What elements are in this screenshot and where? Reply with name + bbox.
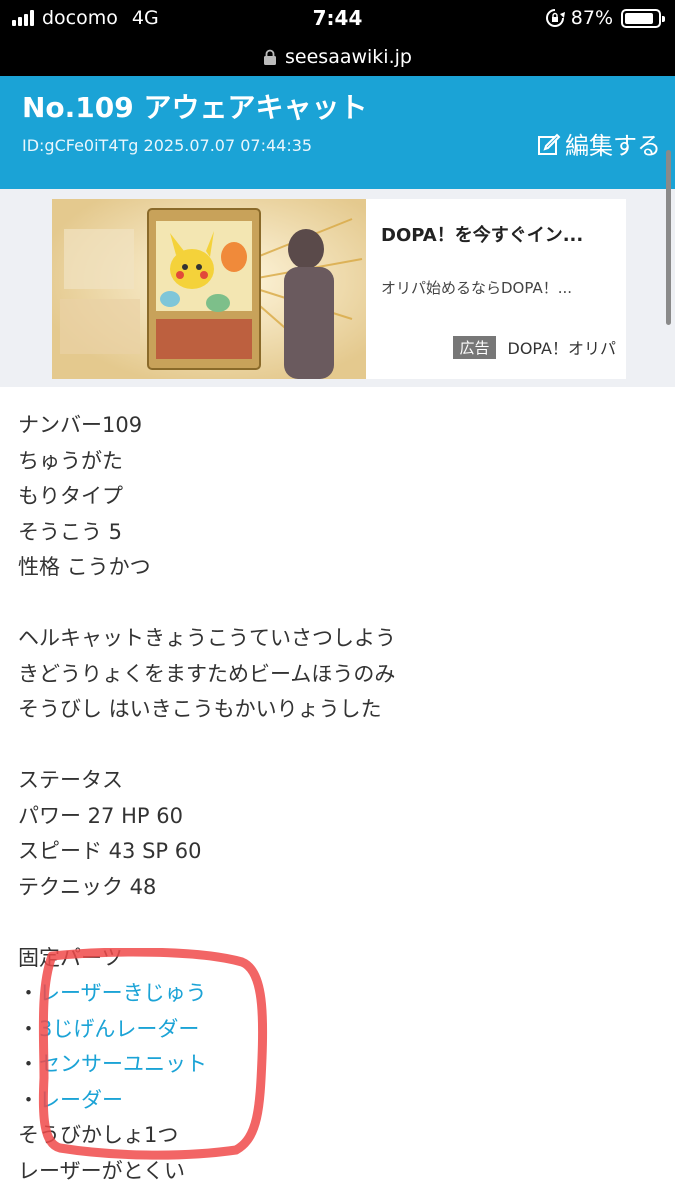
armor-line: そうこう 5 (18, 519, 123, 544)
ad-image (52, 199, 366, 379)
ad-card[interactable]: DOPA！を今すぐイン... オリパ始めるならDOPA！... 広告 DOPA！… (52, 199, 626, 379)
status-heading: ステータス (18, 768, 123, 792)
page-title: No.109 アウェアキャット (22, 91, 368, 124)
ad-description: オリパ始めるならDOPA！... (381, 279, 573, 297)
personality-line: 性格 こうかつ (18, 555, 151, 579)
url-text: seesaawiki.jp (285, 46, 412, 68)
page-header: No.109 アウェアキャット ID:gCFe0iT4Tg 2025.07.07… (0, 76, 675, 189)
ad-sponsor: DOPA！オリパ (507, 339, 617, 358)
stat-line: パワー 27 HP 60 (18, 803, 183, 828)
orientation-lock-icon (545, 9, 565, 27)
edit-label: 編集する (565, 132, 661, 160)
size-line: ちゅうがた (18, 448, 123, 473)
lock-icon (263, 49, 277, 66)
ad-container: DOPA！を今すぐイン... オリパ始めるならDOPA！... 広告 DOPA！… (0, 189, 675, 387)
number-line: ナンバー109 (18, 413, 143, 437)
scrollbar[interactable] (666, 150, 671, 325)
description-line: そうびし はいきこうもかいりょうした (18, 697, 382, 721)
type-line: もりタイプ (18, 484, 123, 508)
red-highlight-annotation (38, 948, 268, 1160)
ad-title: DOPA！を今すぐイン... (381, 225, 584, 246)
edit-button[interactable]: 編集する (537, 126, 661, 161)
stat-line: テクニック 48 (18, 874, 157, 899)
edit-icon (538, 133, 561, 155)
description-line: きどうりょくをますためビームほうのみ (18, 661, 396, 686)
status-bar: docomo 4G 7:44 87% (0, 0, 675, 38)
battery-percent: 87% (570, 7, 613, 29)
battery-icon (621, 8, 665, 28)
address-bar[interactable]: seesaawiki.jp (0, 38, 675, 76)
page-meta: ID:gCFe0iT4Tg 2025.07.07 07:44:35 (22, 136, 313, 155)
description-line: ヘルキャットきょうこうていさつしよう (18, 626, 396, 650)
stat-line: スピード 43 SP 60 (18, 839, 202, 863)
ad-badge: 広告 (453, 335, 496, 359)
